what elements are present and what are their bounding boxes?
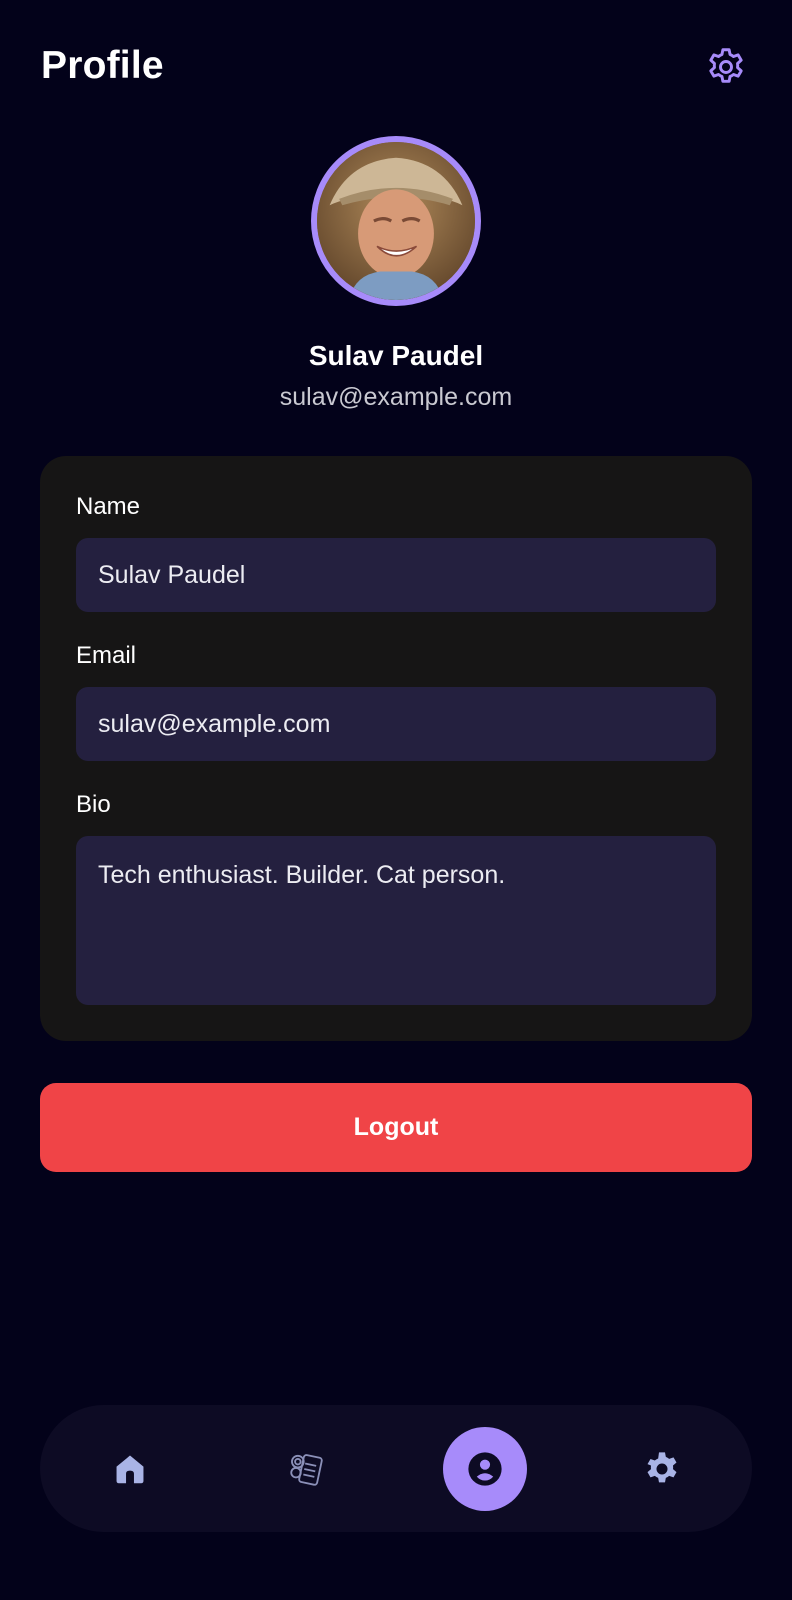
bottom-nav xyxy=(40,1405,752,1532)
name-field[interactable]: Sulav Paudel xyxy=(76,538,716,612)
home-icon xyxy=(116,1455,144,1483)
bio-label: Bio xyxy=(76,791,111,818)
profile-name: Sulav Paudel xyxy=(308,340,484,371)
gear-icon xyxy=(709,48,743,83)
bio-textarea[interactable]: Tech enthusiast. Builder. Cat person. xyxy=(76,836,716,1005)
profile-screen: Profile Sulav Paudel sulav@example.com N… xyxy=(0,0,792,1600)
avatar[interactable] xyxy=(311,136,481,306)
nav-item-home[interactable] xyxy=(80,1405,180,1532)
avatar-photo xyxy=(317,142,475,300)
email-field[interactable]: sulav@example.com xyxy=(76,687,716,761)
email-label: Email xyxy=(76,642,137,669)
nav-item-settings[interactable] xyxy=(612,1405,712,1532)
nav-active-indicator xyxy=(443,1426,527,1511)
profile-form-card: Name Sulav Paudel Email sulav@example.co… xyxy=(40,456,752,1041)
profile-icon xyxy=(468,1451,502,1486)
logout-button[interactable]: Logout xyxy=(40,1083,752,1172)
coins-icon xyxy=(290,1453,323,1486)
nav-item-profile[interactable] xyxy=(435,1405,535,1532)
nav-item-transactions[interactable] xyxy=(257,1405,357,1532)
name-label: Name xyxy=(76,493,141,520)
profile-email: sulav@example.com xyxy=(279,383,513,411)
settings-button[interactable] xyxy=(703,44,749,90)
page-title: Profile xyxy=(41,44,164,87)
gear-icon xyxy=(647,1451,677,1482)
